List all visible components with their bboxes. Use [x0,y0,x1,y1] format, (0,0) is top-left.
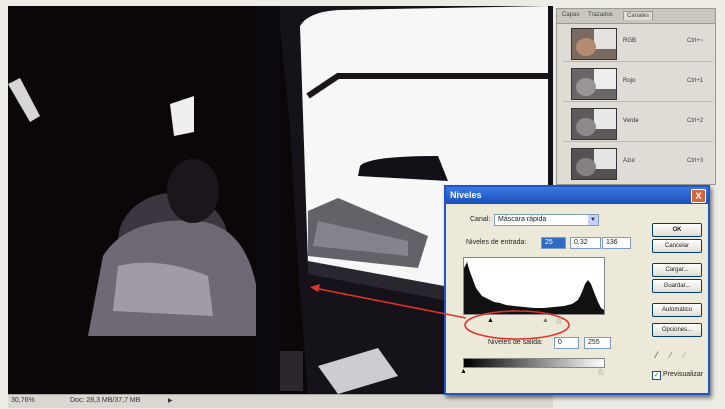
channel-name: RGB [623,38,637,44]
zoom-readout[interactable]: 30,76% [11,397,35,404]
channel-shortcut: Ctrl+1 [687,78,704,84]
tab-capas[interactable]: Capas [559,11,582,19]
black-point-slider[interactable]: ▲ [487,317,494,324]
photoshop-window: 30,76% Doc: 28,3 MB/37,7 MB ▶ Capas Traz… [0,0,725,409]
channel-row-rojo[interactable]: Rojo Ctrl+1 [563,65,713,102]
cancel-button[interactable]: Cancelar [652,239,702,253]
input-level-gamma-field[interactable]: 0,32 [570,237,601,249]
status-menu-arrow-icon[interactable]: ▶ [168,397,173,404]
channels-palette: Capas Trazados Canales RGB Ctrl+~ Rojo C… [556,8,716,185]
chevron-down-icon[interactable]: ▼ [588,215,598,225]
input-levels-label: Niveles de entrada: [466,239,527,246]
gray-eyedropper-icon[interactable]: ⁄ [670,350,672,360]
tab-canales[interactable]: Canales [623,11,654,20]
channel-row-rgb[interactable]: RGB Ctrl+~ [563,25,713,62]
options-button[interactable]: Opciones... [652,323,702,337]
channel-select-value: Máscara rápida [498,216,547,223]
channel-thumbnail [571,68,617,100]
white-eyedropper-icon[interactable]: ⁄ [684,350,686,360]
dialog-titlebar[interactable]: Niveles X [446,187,708,204]
white-point-slider[interactable]: △ [556,317,561,324]
channel-shortcut: Ctrl+~ [687,38,704,44]
output-level-black-field[interactable]: 0 [554,337,579,349]
black-eyedropper-icon[interactable]: ⁄ [656,350,658,360]
input-level-white-field[interactable]: 136 [602,237,631,249]
ok-button[interactable]: OK [652,223,702,237]
doc-size-readout: Doc: 28,3 MB/37,7 MB [70,397,141,404]
preview-checkbox[interactable]: ✓ [652,371,661,380]
channel-select[interactable]: Máscara rápida ▼ [494,214,599,226]
gamma-slider[interactable]: ▲ [542,317,549,324]
channel-row-azul[interactable]: Azul Ctrl+3 [563,145,713,181]
levels-dialog: Niveles X Canal: Máscara rápida ▼ Nivele… [444,185,710,395]
histogram-graph [464,262,604,314]
channel-thumbnail [571,148,617,180]
output-gradient [463,358,605,368]
close-button[interactable]: X [691,189,706,203]
channel-thumbnail [571,28,617,60]
histogram [463,257,605,315]
tab-trazados[interactable]: Trazados [585,11,616,19]
channel-label: Canal: [470,216,491,223]
palette-tabs: Capas Trazados Canales [557,9,715,24]
load-button[interactable]: Cargar... [652,263,702,277]
channel-shortcut: Ctrl+2 [687,118,704,124]
channel-thumbnail [571,108,617,140]
save-button[interactable]: Guardar... [652,279,702,293]
channel-row-verde[interactable]: Verde Ctrl+2 [563,105,713,142]
output-white-slider[interactable]: △ [598,368,603,375]
channel-name: Rojo [623,78,636,84]
channel-name: Azul [623,158,635,164]
auto-button[interactable]: Automático [652,303,702,317]
channel-name: Verde [623,118,639,124]
status-bar: 30,76% Doc: 28,3 MB/37,7 MB ▶ [8,394,553,408]
output-levels-label: Niveles de salida: [488,339,543,346]
dialog-title: Niveles [450,190,482,200]
preview-label: Previsualizar [663,371,704,378]
channel-shortcut: Ctrl+3 [687,158,704,164]
input-level-black-field[interactable]: 25 [541,237,566,249]
output-black-slider[interactable]: ▲ [460,368,467,375]
output-level-white-field[interactable]: 255 [584,337,611,349]
